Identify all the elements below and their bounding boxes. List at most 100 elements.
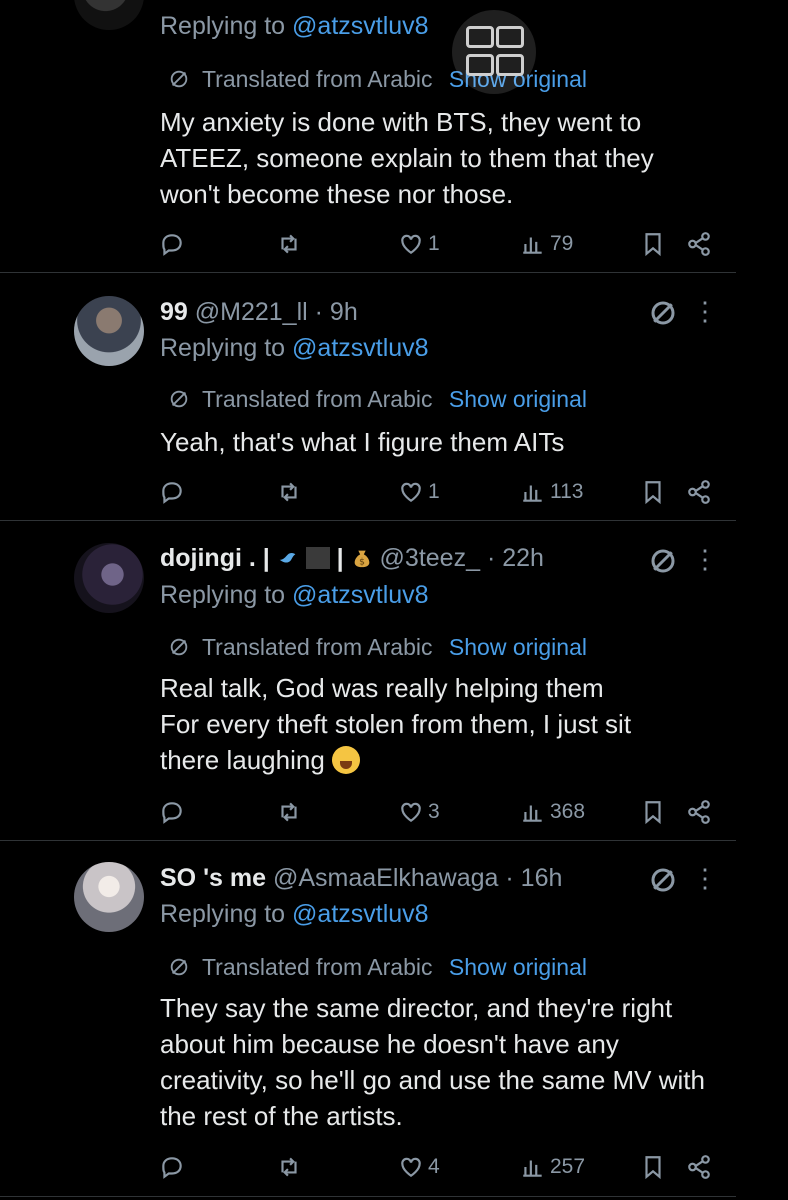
like-count: 1: [428, 232, 440, 255]
more-options-button[interactable]: ⋮: [692, 544, 718, 575]
reply-button[interactable]: [159, 797, 185, 827]
retweet-icon: [281, 482, 297, 502]
view-count: 257: [550, 1155, 586, 1178]
reply-icon: [162, 802, 182, 824]
heart-icon: [401, 802, 421, 822]
avatar[interactable]: [74, 543, 144, 613]
user-handle[interactable]: @M221_ll: [195, 298, 308, 326]
divider: [0, 520, 736, 521]
replying-to: Replying to @atzsvtluv8: [160, 12, 429, 40]
translate-globe-icon: [170, 958, 188, 976]
reply-button[interactable]: [159, 477, 185, 507]
like-button[interactable]: 1: [398, 477, 440, 507]
display-name[interactable]: SO 's me: [160, 864, 266, 892]
views-button[interactable]: 368: [520, 797, 585, 827]
timestamp[interactable]: · 16h: [505, 864, 562, 892]
replying-to-handle[interactable]: @atzsvtluv8: [292, 12, 429, 40]
share-button[interactable]: [686, 229, 712, 259]
share-button[interactable]: [686, 797, 712, 827]
display-name[interactable]: dojingi . |: [160, 544, 270, 572]
replying-to-handle[interactable]: @atzsvtluv8: [292, 900, 429, 928]
share-icon: [688, 480, 710, 504]
user-handle[interactable]: @3teez_: [380, 544, 480, 572]
heart-icon: [401, 234, 421, 254]
heart-icon: [401, 482, 421, 502]
views-icon: [523, 805, 542, 822]
tweet-text: Real talk, God was really helping them F…: [160, 670, 720, 778]
view-count: 368: [550, 800, 586, 823]
tweet-header: dojingi . | | $ @3teez_ · 22h: [160, 544, 544, 573]
grok-icon[interactable]: [648, 298, 678, 328]
avatar[interactable]: [74, 862, 144, 932]
tweet-text: My anxiety is done with BTS, they went t…: [160, 107, 654, 209]
replying-to: Replying to @atzsvtluv8: [160, 900, 429, 928]
views-icon: [523, 1160, 542, 1177]
views-button[interactable]: 113: [520, 477, 583, 507]
heart-icon: [401, 1157, 421, 1177]
replying-to-handle[interactable]: @atzsvtluv8: [292, 581, 429, 609]
like-button[interactable]: 4: [398, 1152, 440, 1182]
more-options-button[interactable]: ⋮: [692, 296, 718, 327]
grok-icon[interactable]: [648, 865, 678, 895]
retweet-button[interactable]: [276, 229, 302, 259]
timestamp[interactable]: · 9h: [315, 298, 358, 326]
translate-globe-icon: [170, 70, 188, 88]
retweet-button[interactable]: [276, 477, 302, 507]
avatar[interactable]: [74, 0, 144, 30]
bookmark-icon: [645, 233, 661, 257]
translation-note: Translated from Arabic Show original: [168, 634, 587, 661]
tweet-text: They say the same director, and they're …: [160, 993, 705, 1131]
show-original-link[interactable]: Show original: [449, 634, 587, 660]
money-bag-emoji-icon: $: [354, 550, 369, 567]
like-button[interactable]: 3: [398, 797, 440, 827]
reply-button[interactable]: [159, 229, 185, 259]
tweet-text-line: For every theft stolen from them, I just…: [160, 709, 632, 775]
reply-icon: [162, 234, 182, 256]
translate-globe-icon: [170, 638, 188, 656]
share-button[interactable]: [686, 1152, 712, 1182]
reply-icon: [162, 482, 182, 504]
translate-globe-icon: [170, 390, 188, 408]
replying-to: Replying to @atzsvtluv8: [160, 581, 429, 609]
bookmark-button[interactable]: [640, 797, 666, 827]
reply-button[interactable]: [159, 1152, 185, 1182]
views-button[interactable]: 257: [520, 1152, 585, 1182]
bookmark-button[interactable]: [640, 229, 666, 259]
like-button[interactable]: 1: [398, 229, 440, 259]
bookmark-icon: [645, 801, 661, 825]
black-square-emoji-icon: [305, 547, 330, 569]
display-name[interactable]: 99: [160, 298, 188, 326]
show-original-link[interactable]: Show original: [449, 386, 587, 412]
like-count: 3: [428, 800, 440, 823]
show-original-link[interactable]: Show original: [449, 954, 587, 980]
grok-icon[interactable]: [648, 546, 678, 576]
qr-overlay-icon: [452, 10, 536, 94]
tweet-actions: 3 368: [0, 797, 788, 827]
share-icon: [688, 232, 710, 256]
retweet-button[interactable]: [276, 797, 302, 827]
retweet-icon: [281, 234, 297, 254]
retweet-icon: [281, 1157, 297, 1177]
divider: [0, 1196, 736, 1197]
like-count: 1: [428, 480, 440, 503]
retweet-button[interactable]: [276, 1152, 302, 1182]
retweet-icon: [281, 802, 297, 822]
reply-icon: [162, 1157, 182, 1179]
more-options-button[interactable]: ⋮: [692, 863, 718, 894]
share-icon: [688, 1155, 710, 1179]
like-count: 4: [428, 1155, 440, 1178]
tweet-actions: 4 257: [0, 1152, 788, 1182]
bookmark-button[interactable]: [640, 1152, 666, 1182]
tweet-text: Yeah, that's what I figure them AITs: [160, 427, 565, 457]
views-button[interactable]: 79: [520, 229, 573, 259]
avatar[interactable]: [74, 296, 144, 366]
divider: [0, 272, 736, 273]
display-name-separator: |: [336, 544, 344, 572]
user-handle[interactable]: @AsmaaElkhawaga: [273, 864, 499, 892]
bird-emoji-icon: [279, 552, 296, 563]
replying-to-handle[interactable]: @atzsvtluv8: [292, 334, 429, 362]
view-count: 79: [550, 232, 574, 255]
timestamp[interactable]: · 22h: [487, 544, 544, 572]
bookmark-button[interactable]: [640, 477, 666, 507]
share-button[interactable]: [686, 477, 712, 507]
